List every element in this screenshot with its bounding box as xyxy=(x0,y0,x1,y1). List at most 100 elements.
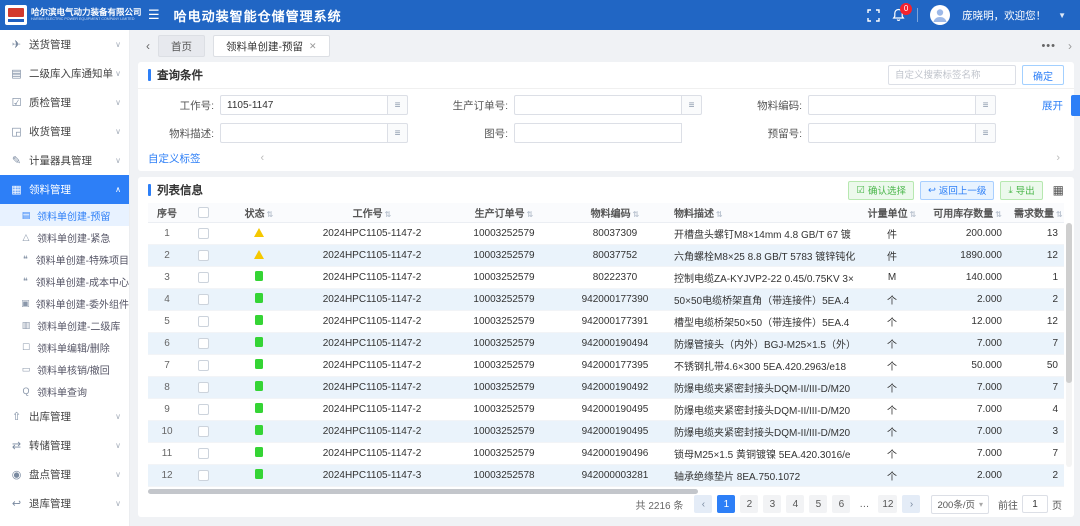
sidebar-subitem[interactable]: ▥ 领料单创建-二级库 xyxy=(0,314,129,336)
filter-icon[interactable]: ≡ xyxy=(388,123,408,143)
expand-link[interactable]: 展开 xyxy=(1042,98,1063,113)
page-number-button[interactable]: … xyxy=(855,495,873,513)
sidebar-collapse-icon[interactable]: ☰ xyxy=(148,7,160,23)
row-checkbox[interactable] xyxy=(198,448,209,459)
sidebar-subitem[interactable]: ❝ 领料单创建-特殊项目 xyxy=(0,248,129,270)
export-button[interactable]: ⤓导出 xyxy=(1000,181,1042,200)
table-row[interactable]: 4 2024HPC1105-1147-2 10003252579 9420001… xyxy=(148,289,1064,311)
row-checkbox[interactable] xyxy=(198,338,209,349)
row-checkbox[interactable] xyxy=(198,250,209,261)
filter-icon[interactable]: ≡ xyxy=(976,123,996,143)
row-checkbox[interactable] xyxy=(198,426,209,437)
table-row[interactable]: 7 2024HPC1105-1147-2 10003252579 9420001… xyxy=(148,355,1064,377)
table-row[interactable]: 6 2024HPC1105-1147-2 10003252579 9420001… xyxy=(148,333,1064,355)
sidebar-item[interactable]: ▤ 二级库入库通知单 ∨ xyxy=(0,59,129,88)
filter-icon[interactable]: ≡ xyxy=(976,95,996,115)
tab-close-icon[interactable]: ✕ xyxy=(309,41,317,52)
query-field-input[interactable] xyxy=(808,95,976,115)
user-avatar[interactable] xyxy=(930,5,950,25)
filter-icon[interactable]: ≡ xyxy=(388,95,408,115)
sidebar-subitem[interactable]: △ 领料单创建-紧急 xyxy=(0,226,129,248)
table-row[interactable]: 3 2024HPC1105-1147-2 10003252579 8022237… xyxy=(148,267,1064,289)
sort-icon[interactable]: ⇅ xyxy=(527,210,534,219)
horizontal-scrollbar[interactable] xyxy=(148,488,1064,495)
sort-icon[interactable]: ⇅ xyxy=(633,210,640,219)
sidebar-item[interactable]: ↩ 退库管理 ∨ xyxy=(0,489,129,518)
page-number-button[interactable]: 6 xyxy=(832,495,850,513)
sort-icon[interactable]: ⇅ xyxy=(267,210,274,219)
sidebar-item[interactable]: ⇄ 转储管理 ∨ xyxy=(0,431,129,460)
tab-more-icon[interactable]: ••• xyxy=(1041,40,1056,52)
query-field-input[interactable] xyxy=(220,95,388,115)
welcome-text[interactable]: 庞晓明，欢迎您！ xyxy=(962,8,1046,23)
tags-scroll-left-icon[interactable]: ‹ xyxy=(261,152,265,164)
goto-page-input[interactable] xyxy=(1022,495,1048,513)
table-row[interactable]: 8 2024HPC1105-1147-2 10003252579 9420001… xyxy=(148,377,1064,399)
tags-scroll-right-icon[interactable]: › xyxy=(1056,152,1060,164)
sidebar-subitem[interactable]: Q 领料单查询 xyxy=(0,380,129,402)
query-field-input[interactable] xyxy=(808,123,976,143)
vertical-scrollbar[interactable] xyxy=(1066,223,1072,467)
custom-tag-search-input[interactable] xyxy=(888,65,1016,85)
row-checkbox[interactable] xyxy=(198,382,209,393)
search-button[interactable]: 查 询 xyxy=(1071,95,1080,116)
sidebar-item[interactable]: ☑ 质检管理 ∨ xyxy=(0,88,129,117)
filter-icon[interactable]: ≡ xyxy=(682,95,702,115)
sort-icon[interactable]: ⇅ xyxy=(385,210,392,219)
sidebar-item[interactable]: ◉ 盘点管理 ∨ xyxy=(0,460,129,489)
table-row[interactable]: 11 2024HPC1105-1147-2 10003252579 942000… xyxy=(148,443,1064,465)
page-tab[interactable]: 首页 xyxy=(158,35,205,57)
custom-tag-link[interactable]: 自定义标签 xyxy=(148,151,201,166)
page-number-button[interactable]: 4 xyxy=(786,495,804,513)
row-checkbox[interactable] xyxy=(198,294,209,305)
sidebar-subitem[interactable]: ▤ 领料单创建-预留 xyxy=(0,204,129,226)
table-row[interactable]: 12 2024HPC1105-1147-3 10003252578 942000… xyxy=(148,465,1064,487)
row-checkbox[interactable] xyxy=(198,470,209,481)
row-checkbox[interactable] xyxy=(198,272,209,283)
sort-icon[interactable]: ⇅ xyxy=(716,210,723,219)
table-row[interactable]: 9 2024HPC1105-1147-2 10003252579 9420001… xyxy=(148,399,1064,421)
page-number-button[interactable]: 1 xyxy=(717,495,735,513)
page-number-button[interactable]: 12 xyxy=(878,495,897,513)
query-field-input[interactable] xyxy=(514,95,682,115)
notification-bell-icon[interactable]: 0 xyxy=(892,8,905,22)
sidebar-item[interactable]: ◲ 收货管理 ∨ xyxy=(0,117,129,146)
sidebar-subitem[interactable]: ☐ 领料单编辑/删除 xyxy=(0,336,129,358)
sidebar-item[interactable]: ✈ 送货管理 ∨ xyxy=(0,30,129,59)
row-checkbox[interactable] xyxy=(198,228,209,239)
sort-icon[interactable]: ⇅ xyxy=(995,210,1002,219)
sidebar-item[interactable]: ▦ 领料管理 ∧ xyxy=(0,175,129,204)
back-level-button[interactable]: ↩返回上一级 xyxy=(920,181,994,200)
sidebar-subitem[interactable]: ▭ 领料单核销/撤回 xyxy=(0,358,129,380)
next-page-button[interactable]: › xyxy=(902,495,920,513)
tab-next-icon[interactable]: › xyxy=(1064,39,1072,53)
page-number-button[interactable]: 5 xyxy=(809,495,827,513)
sort-icon[interactable]: ⇅ xyxy=(910,210,917,219)
confirm-select-button[interactable]: ☑确认选择 xyxy=(848,181,914,200)
sidebar-subitem[interactable]: ❝ 领料单创建-成本中心 xyxy=(0,270,129,292)
table-row[interactable]: 5 2024HPC1105-1147-2 10003252579 9420001… xyxy=(148,311,1064,333)
sort-icon[interactable]: ⇅ xyxy=(1056,210,1063,219)
table-row[interactable]: 1 2024HPC1105-1147-2 10003252579 8003730… xyxy=(148,223,1064,245)
column-settings-icon[interactable]: ▦ xyxy=(1053,183,1064,197)
page-tab[interactable]: 领料单创建-预留 ✕ xyxy=(213,35,330,57)
row-checkbox[interactable] xyxy=(198,316,209,327)
page-size-select[interactable]: 200条/页▾ xyxy=(931,495,989,514)
sidebar-item[interactable]: ✎ 计量器具管理 ∨ xyxy=(0,146,129,175)
user-menu-caret-icon[interactable]: ▼ xyxy=(1058,11,1066,20)
page-number-button[interactable]: 3 xyxy=(763,495,781,513)
row-checkbox[interactable] xyxy=(198,360,209,371)
tab-back-icon[interactable]: ‹ xyxy=(146,39,150,53)
sidebar-subitem[interactable]: ▣ 领料单创建-委外组件 xyxy=(0,292,129,314)
select-all-checkbox[interactable] xyxy=(198,207,209,218)
sidebar-item[interactable]: ⇧ 出库管理 ∨ xyxy=(0,402,129,431)
tag-confirm-button[interactable]: 确定 xyxy=(1022,65,1064,85)
query-field-input[interactable] xyxy=(514,123,682,143)
row-checkbox[interactable] xyxy=(198,404,209,415)
table-row[interactable]: 10 2024HPC1105-1147-2 10003252579 942000… xyxy=(148,421,1064,443)
fullscreen-icon[interactable] xyxy=(867,9,880,22)
prev-page-button[interactable]: ‹ xyxy=(694,495,712,513)
table-row[interactable]: 2 2024HPC1105-1147-2 10003252579 8003775… xyxy=(148,245,1064,267)
query-field-input[interactable] xyxy=(220,123,388,143)
page-number-button[interactable]: 2 xyxy=(740,495,758,513)
